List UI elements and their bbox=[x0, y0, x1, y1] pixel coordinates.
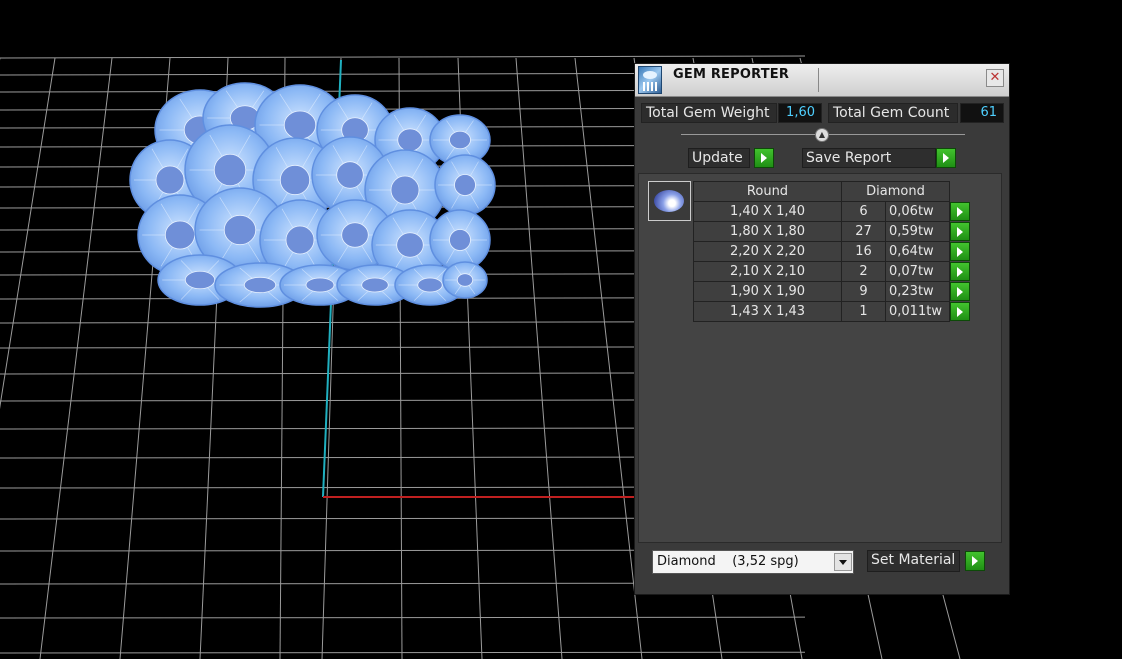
gem-table-facet bbox=[279, 164, 311, 196]
grid-line bbox=[0, 57, 56, 410]
title-divider bbox=[818, 68, 819, 92]
table-header-row: Round Diamond bbox=[693, 181, 971, 202]
gem-size-cell: 1,90 X 1,90 bbox=[693, 281, 842, 302]
grid-line bbox=[0, 55, 806, 59]
total-count-label: Total Gem Count bbox=[828, 103, 958, 123]
total-weight-value: 1,60 bbox=[778, 103, 822, 123]
set-material-go-icon[interactable] bbox=[965, 551, 985, 571]
table-row[interactable]: 2,10 X 2,10 2 0,07tw bbox=[693, 261, 971, 282]
gem-weight-cell: 0,06tw bbox=[885, 201, 950, 222]
gem-table-facet bbox=[305, 277, 335, 293]
save-report-go-icon[interactable] bbox=[936, 148, 956, 168]
update-go-icon[interactable] bbox=[754, 148, 774, 168]
row-go-icon[interactable] bbox=[950, 302, 970, 321]
total-weight-label: Total Gem Weight bbox=[641, 103, 777, 123]
gem-table-facet bbox=[213, 153, 247, 187]
panel-title: GEM REPORTER bbox=[673, 67, 790, 82]
gem-count-cell: 9 bbox=[841, 281, 886, 302]
shape-header: Round bbox=[693, 181, 842, 202]
row-go-cell bbox=[950, 262, 971, 282]
row-go-icon[interactable] bbox=[950, 202, 970, 221]
update-button[interactable]: Update bbox=[688, 148, 750, 168]
close-icon[interactable]: ✕ bbox=[986, 69, 1004, 87]
row-go-cell bbox=[950, 202, 971, 222]
gem-size-cell: 1,80 X 1,80 bbox=[693, 221, 842, 242]
collapse-up-icon[interactable]: ▲ bbox=[815, 128, 829, 142]
gem-table-facet bbox=[283, 110, 317, 140]
gem-table-area: Round Diamond 1,40 X 1,40 6 0,06tw 1,80 X 1… bbox=[638, 173, 1002, 543]
row-go-cell bbox=[950, 222, 971, 242]
gem-reporter-logo-icon bbox=[638, 66, 662, 94]
gem-count-cell: 6 bbox=[841, 201, 886, 222]
gem-weight-cell: 0,011tw bbox=[885, 301, 950, 322]
chevron-down-icon[interactable] bbox=[834, 553, 852, 571]
gem-table-facet bbox=[454, 174, 476, 196]
gem-count-cell: 2 bbox=[841, 261, 886, 282]
gem-table: Round Diamond 1,40 X 1,40 6 0,06tw 1,80 X 1… bbox=[693, 181, 971, 322]
row-go-cell bbox=[950, 302, 971, 322]
gem-count-cell: 27 bbox=[841, 221, 886, 242]
material-select-value: Diamond (3,52 spg) bbox=[657, 554, 799, 569]
gem-size-cell: 2,10 X 2,10 bbox=[693, 261, 842, 282]
gem-table-facet bbox=[184, 270, 216, 290]
row-go-icon[interactable] bbox=[950, 262, 970, 281]
gem-table-facet bbox=[449, 229, 471, 251]
total-count-value: 61 bbox=[960, 103, 1004, 123]
round-gem-icon[interactable] bbox=[648, 181, 691, 221]
table-row[interactable]: 1,40 X 1,40 6 0,06tw bbox=[693, 201, 971, 222]
table-row[interactable]: 2,20 X 2,20 16 0,64tw bbox=[693, 241, 971, 262]
gem-table-facet bbox=[243, 276, 277, 294]
gem-cluster bbox=[129, 82, 496, 308]
gem-table-facet bbox=[336, 161, 364, 189]
table-row[interactable]: 1,90 X 1,90 9 0,23tw bbox=[693, 281, 971, 302]
panel-titlebar[interactable]: GEM REPORTER ✕ bbox=[635, 64, 1009, 97]
save-report-button[interactable]: Save Report bbox=[802, 148, 936, 168]
row-go-icon[interactable] bbox=[950, 242, 970, 261]
gem-table-facet bbox=[341, 222, 369, 248]
gem-weight-cell: 0,07tw bbox=[885, 261, 950, 282]
gem-weight-cell: 0,23tw bbox=[885, 281, 950, 302]
gem-weight-cell: 0,59tw bbox=[885, 221, 950, 242]
gem-table-facet bbox=[223, 214, 257, 246]
row-go-icon[interactable] bbox=[950, 222, 970, 241]
header-spacer bbox=[950, 182, 971, 202]
gem-table-facet bbox=[456, 273, 474, 287]
material-header: Diamond bbox=[841, 181, 950, 202]
row-go-cell bbox=[950, 242, 971, 262]
grid-line bbox=[39, 57, 113, 659]
gem-size-cell: 1,40 X 1,40 bbox=[693, 201, 842, 222]
gem-size-cell: 1,43 X 1,43 bbox=[693, 301, 842, 322]
row-go-icon[interactable] bbox=[950, 282, 970, 301]
gem-table-facet bbox=[361, 277, 389, 293]
gem-table-facet bbox=[417, 277, 443, 293]
set-material-button[interactable]: Set Material bbox=[867, 550, 960, 572]
gem-size-cell: 2,20 X 2,20 bbox=[693, 241, 842, 262]
gem-weight-cell: 0,64tw bbox=[885, 241, 950, 262]
gem-table-facet bbox=[155, 165, 185, 195]
gem-table-facet bbox=[449, 130, 471, 150]
table-row[interactable]: 1,80 X 1,80 27 0,59tw bbox=[693, 221, 971, 242]
gem-table-facet bbox=[285, 225, 315, 255]
gem-table-facet bbox=[396, 232, 424, 258]
material-select[interactable]: Diamond (3,52 spg) bbox=[652, 550, 854, 574]
gem-table-facet bbox=[390, 175, 420, 205]
table-row[interactable]: 1,43 X 1,43 1 0,011tw bbox=[693, 301, 971, 322]
gem-count-cell: 16 bbox=[841, 241, 886, 262]
gem-table-facet bbox=[164, 220, 196, 250]
grid-line bbox=[0, 616, 806, 619]
gem-count-cell: 1 bbox=[841, 301, 886, 322]
gem-reporter-panel: GEM REPORTER ✕ Total Gem Weight 1,60 Tot… bbox=[634, 63, 1010, 595]
gem-table-facet bbox=[397, 128, 423, 152]
grid-line bbox=[515, 57, 563, 659]
grid-line bbox=[574, 57, 643, 659]
row-go-cell bbox=[950, 282, 971, 302]
